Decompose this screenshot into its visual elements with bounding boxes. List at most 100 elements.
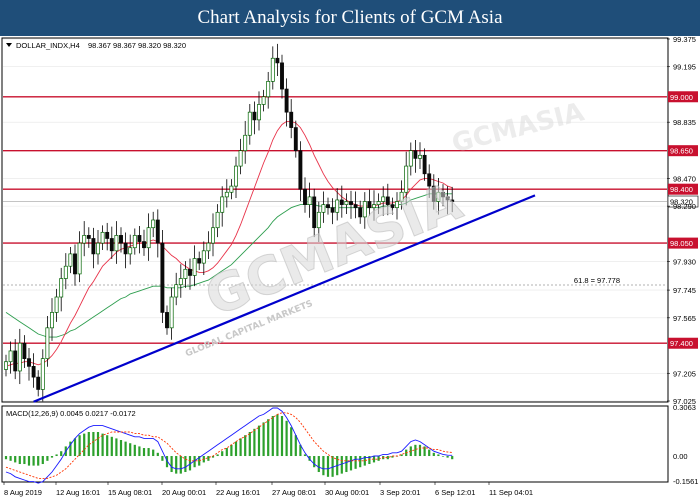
macd-histogram-bar — [446, 456, 449, 458]
chart-canvas: 61.8 = 97.778 99.000 98.650 98.400 98.050 97… — [1, 36, 698, 497]
candle-body — [82, 235, 87, 244]
macd-histogram-bar — [83, 433, 86, 457]
candle-body — [137, 235, 142, 242]
y-tick-label: 99.375 — [673, 36, 696, 44]
y-tick-label: 97.930 — [673, 258, 696, 267]
candle-body — [27, 358, 31, 367]
candle-body — [13, 350, 18, 372]
candle-body — [270, 57, 275, 82]
macd-histogram-bar — [78, 435, 81, 457]
y-tick-label: 97.565 — [673, 314, 696, 323]
macd-histogram-bar — [432, 452, 435, 457]
candle-body — [100, 231, 105, 244]
candle-body — [169, 296, 174, 329]
macd-histogram-bar — [55, 454, 58, 457]
candle-body — [165, 312, 169, 329]
candle-body — [91, 238, 96, 255]
macd-histogram-bar — [280, 416, 284, 457]
candle-body — [50, 312, 54, 329]
candle-body — [353, 204, 358, 209]
macd-histogram-bar — [129, 443, 132, 457]
candle-body — [142, 241, 146, 249]
macd-histogram-bar — [345, 456, 348, 473]
candle-body — [105, 231, 110, 239]
macd-histogram-bar — [234, 441, 238, 457]
macd-histogram-bar — [267, 419, 270, 457]
candle-body — [36, 376, 41, 390]
chart-title-bar: Chart Analysis for Clients of GCM Asia — [0, 0, 700, 36]
candle-body — [243, 134, 248, 152]
macd-histogram-bar — [253, 428, 256, 457]
candle-body — [266, 81, 271, 98]
macd-histogram-bar — [331, 456, 334, 477]
level-label: 98.650 — [670, 147, 693, 156]
candle-body — [192, 258, 197, 276]
macd-histogram-bar — [138, 446, 141, 457]
y-tick-label: 97.745 — [673, 286, 696, 295]
candle-body — [206, 242, 211, 252]
candle-body — [22, 342, 27, 359]
candle-body — [280, 62, 284, 90]
candle-body — [284, 88, 289, 113]
candle-body — [132, 235, 137, 249]
candle-body — [146, 227, 151, 249]
level-label: 97.400 — [670, 339, 693, 348]
candle-body — [109, 238, 114, 252]
candle-body — [45, 327, 50, 359]
candle-body — [211, 227, 215, 244]
candle-body — [17, 342, 22, 372]
macd-histogram-bar — [418, 444, 422, 457]
macd-histogram-bar — [92, 432, 95, 457]
macd-histogram-bar — [322, 456, 325, 476]
macd-histogram-bar — [60, 451, 63, 457]
x-tick-label: 12 Aug 16:01 — [56, 488, 100, 497]
macd-histogram-bar — [73, 438, 77, 457]
macd-histogram-bar — [428, 449, 431, 457]
candle-body — [128, 247, 133, 255]
macd-histogram-bar — [262, 422, 265, 457]
macd-histogram-bar — [110, 436, 113, 457]
candle-body — [418, 154, 422, 159]
candle-body — [349, 201, 353, 205]
macd-histogram-bar — [313, 456, 316, 468]
candle-body — [31, 365, 36, 378]
y-tick-label: 99.195 — [673, 63, 696, 72]
candle-body — [160, 242, 165, 313]
candle-body — [96, 242, 100, 255]
macd-histogram-bar — [377, 456, 380, 461]
candle-body — [293, 127, 298, 152]
candle-body — [298, 150, 303, 190]
x-tick-label: 3 Sep 20:01 — [380, 488, 420, 497]
macd-histogram-bar — [142, 448, 146, 457]
macd-histogram-bar — [207, 456, 210, 461]
y-tick-label: 98.835 — [673, 118, 696, 127]
macd-histogram-bar — [46, 456, 49, 461]
candle-body — [326, 204, 330, 209]
macd-histogram-bar — [37, 456, 40, 466]
candle-body — [4, 361, 8, 370]
candle-body — [257, 104, 261, 121]
level-label: 99.000 — [670, 93, 693, 102]
macd-histogram-bar — [244, 435, 247, 457]
x-tick-label: 15 Aug 08:01 — [108, 488, 152, 497]
macd-histogram-bar — [14, 456, 17, 463]
macd-histogram-bar — [451, 456, 454, 460]
macd-histogram-bar — [156, 452, 159, 457]
candle-body — [86, 235, 91, 239]
candle-body — [408, 150, 413, 167]
macd-histogram-bar — [437, 454, 440, 457]
y-tick-label: 98.470 — [673, 174, 696, 183]
macd-histogram-bar — [359, 456, 362, 468]
candle-body — [339, 199, 344, 205]
macd-histogram-bar — [119, 440, 123, 457]
macd-histogram-bar — [152, 449, 155, 457]
candle-body — [73, 253, 77, 275]
macd-y-tick-label: 0.00 — [673, 452, 688, 461]
fib-label: 61.8 = 97.778 — [574, 276, 620, 285]
candle-body — [238, 150, 243, 167]
candle-body — [155, 219, 160, 244]
x-tick-label: 27 Aug 08:01 — [272, 488, 316, 497]
candle-body — [178, 278, 183, 286]
candle-body — [413, 150, 418, 159]
macd-histogram-bar — [285, 420, 288, 457]
